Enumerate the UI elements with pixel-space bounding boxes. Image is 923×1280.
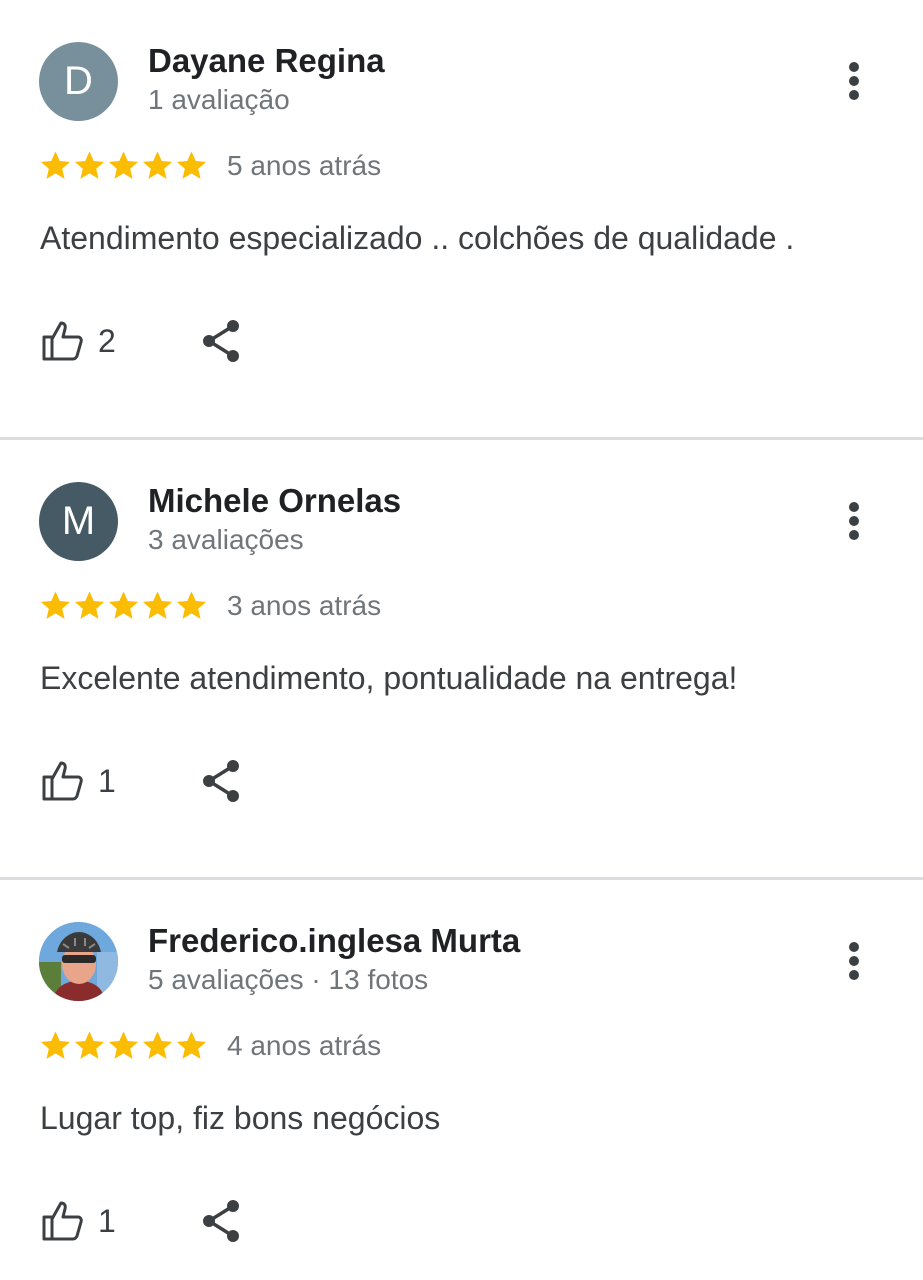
more-options-icon[interactable]	[832, 56, 876, 106]
avatar[interactable]: M	[39, 482, 118, 561]
share-button[interactable]	[198, 1198, 244, 1244]
share-icon	[203, 760, 239, 802]
star-icon	[40, 151, 71, 179]
review-card: M Michele Ornelas 3 avaliações 3 anos at…	[0, 440, 923, 880]
thumbs-up-icon	[42, 1201, 83, 1241]
share-icon	[203, 1200, 239, 1242]
reviews-list: D Dayane Regina 1 avaliação 5 anos atrás…	[0, 0, 923, 1280]
star-rating	[38, 148, 208, 183]
like-count: 1	[98, 1202, 116, 1239]
more-options-icon[interactable]	[832, 496, 876, 546]
star-icon	[142, 1031, 173, 1059]
reviewer-name[interactable]: Dayane Regina	[148, 42, 385, 80]
avatar-letter: D	[64, 59, 93, 103]
reviewer-meta: 3 avaliações	[148, 524, 304, 555]
reviewer-name[interactable]: Michele Ornelas	[148, 482, 401, 520]
star-icon	[108, 151, 139, 179]
reviewer-meta: 5 avaliações · 13 fotos	[148, 964, 429, 995]
star-icon	[74, 151, 105, 179]
star-icon	[176, 1031, 207, 1059]
review-text: Excelente atendimento, pontualidade na e…	[40, 660, 738, 696]
star-icon	[108, 1031, 139, 1059]
avatar[interactable]: D	[39, 42, 118, 121]
review-card: Frederico.inglesa Murta 5 avaliações · 1…	[0, 880, 923, 1280]
review-time: 5 anos atrás	[227, 150, 382, 181]
like-button[interactable]: 2	[40, 317, 116, 365]
like-button[interactable]: 1	[40, 1197, 116, 1245]
like-button[interactable]: 1	[40, 757, 116, 805]
share-button[interactable]	[198, 318, 244, 364]
share-button[interactable]	[198, 758, 244, 804]
star-rating	[38, 588, 208, 623]
review-text: Lugar top, fiz bons negócios	[40, 1100, 441, 1136]
profile-photo	[39, 922, 118, 1001]
star-icon	[40, 591, 71, 619]
share-icon	[203, 320, 239, 362]
star-icon	[142, 151, 173, 179]
reviewer-meta: 1 avaliação	[148, 84, 290, 115]
review-text: Atendimento especializado .. colchões de…	[40, 220, 795, 256]
star-icon	[176, 151, 207, 179]
more-options-icon[interactable]	[832, 936, 876, 986]
star-icon	[176, 591, 207, 619]
avatar[interactable]	[39, 922, 118, 1001]
star-icon	[74, 1031, 105, 1059]
review-time: 3 anos atrás	[227, 590, 382, 621]
star-icon	[108, 591, 139, 619]
avatar-letter: M	[61, 499, 96, 543]
like-count: 1	[98, 762, 116, 799]
reviewer-name[interactable]: Frederico.inglesa Murta	[148, 922, 520, 960]
star-icon	[40, 1031, 71, 1059]
like-count: 2	[98, 322, 116, 359]
star-icon	[142, 591, 173, 619]
thumbs-up-icon	[42, 761, 83, 801]
thumbs-up-icon	[42, 321, 83, 361]
review-time: 4 anos atrás	[227, 1030, 382, 1061]
review-card: D Dayane Regina 1 avaliação 5 anos atrás…	[0, 0, 923, 440]
star-rating	[38, 1028, 208, 1063]
star-icon	[74, 591, 105, 619]
